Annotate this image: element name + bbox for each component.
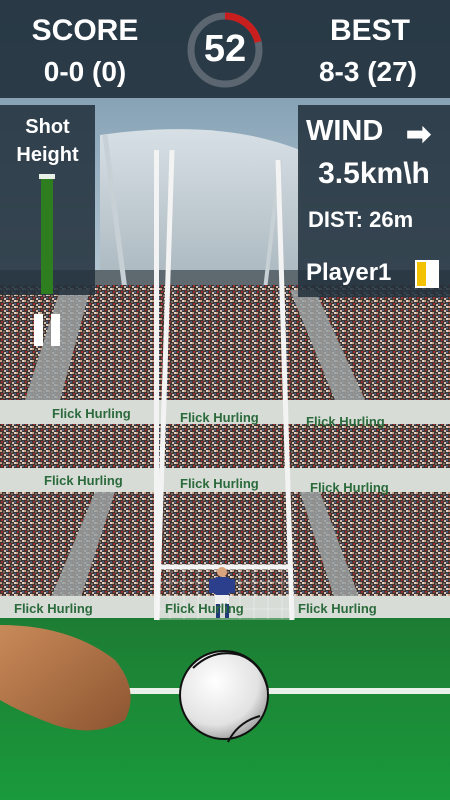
best-label: BEST (329, 14, 410, 47)
banner-ad: Flick Hurling (298, 601, 377, 616)
distance-label: DIST: 26m (308, 207, 414, 232)
best-value: 8-3 (27) (318, 56, 418, 87)
team-colors-icon (415, 260, 439, 288)
banner-ad: Flick Hurling (180, 476, 259, 491)
arrow-right-icon: ➡ (406, 118, 432, 151)
banner-ad: Flick Hurling (44, 473, 123, 488)
score-value: 0-0 (0) (43, 56, 127, 87)
shot-height-marker[interactable] (39, 174, 55, 179)
wind-label: WIND (306, 115, 384, 147)
banner-ad: Flick Hurling (14, 601, 93, 616)
pause-button[interactable] (34, 314, 62, 346)
shot-label-line2: Height (16, 144, 79, 166)
wind-speed: 3.5km\h (318, 157, 430, 190)
score-label: SCORE (31, 14, 139, 47)
banner-ad: Flick Hurling (165, 601, 244, 616)
timer-value: 52 (203, 28, 247, 70)
banner-ad: Flick Hurling (52, 406, 131, 421)
shot-height-bar[interactable] (41, 178, 53, 294)
shot-height-label: Shot Height (0, 113, 95, 169)
pause-icon (34, 314, 43, 346)
banner-ad: Flick Hurling (180, 410, 259, 425)
banner-ad: Flick Hurling (310, 480, 389, 495)
score-hud: SCORE 0-0 (0) 52 BEST 8-3 (27) (0, 0, 450, 98)
shot-label-line1: Shot (25, 116, 70, 138)
player-name: Player1 (306, 259, 392, 286)
pause-icon (51, 314, 60, 346)
banner-ad: Flick Hurling (306, 414, 385, 429)
wind-panel: WIND ➡ 3.5km\h DIST: 26m Player1 (298, 105, 450, 297)
